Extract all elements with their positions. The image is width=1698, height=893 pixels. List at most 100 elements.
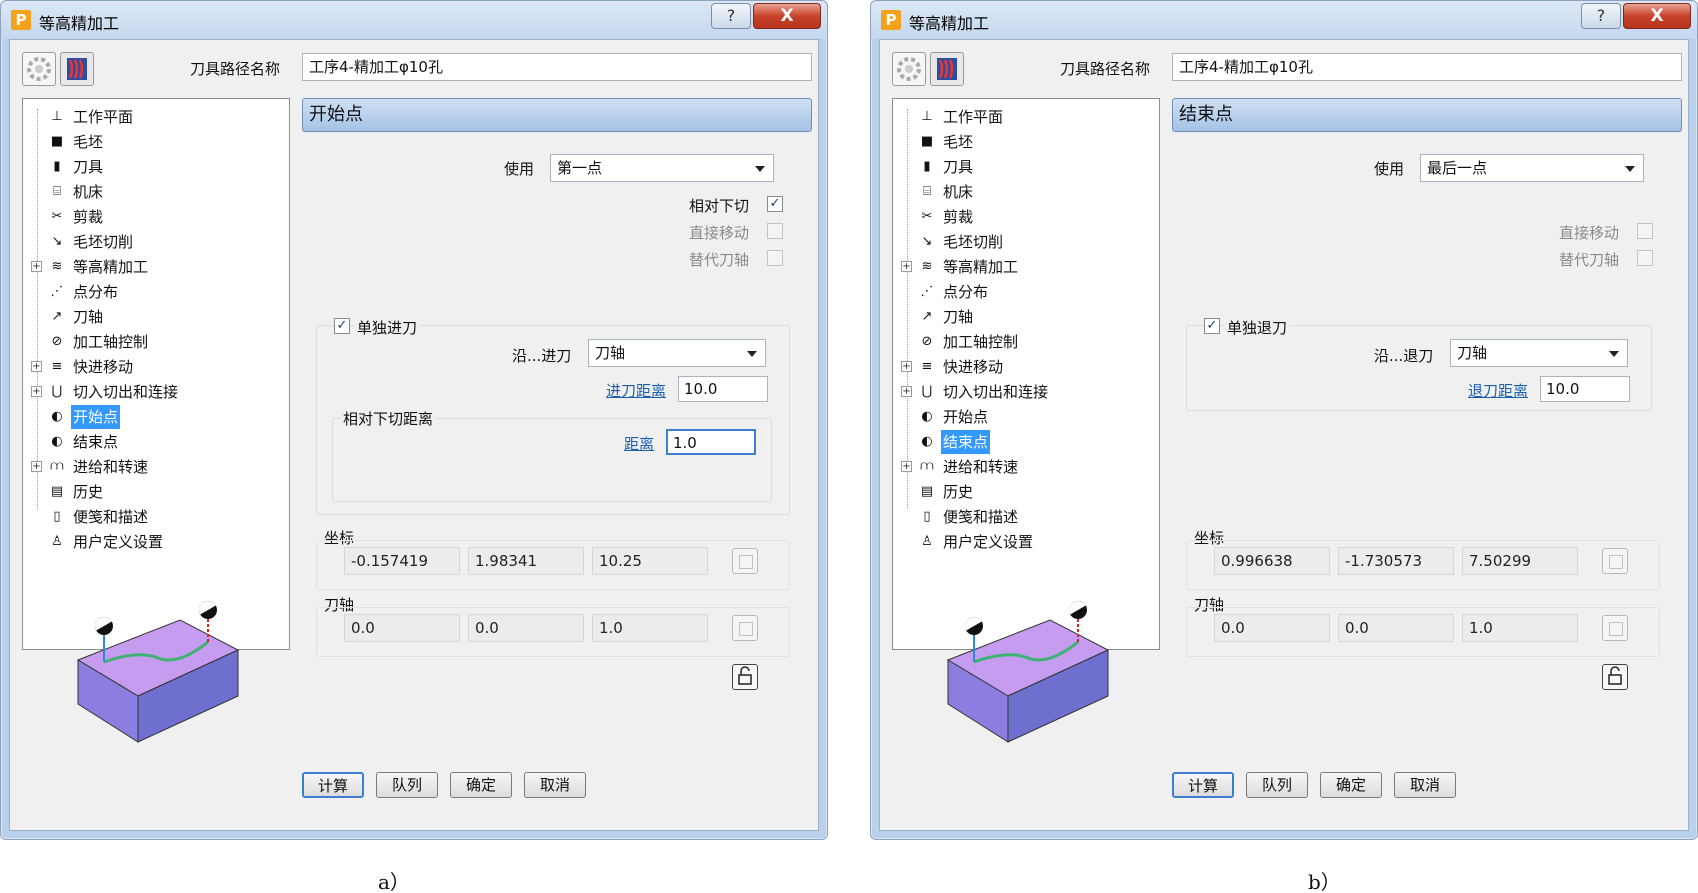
tool-axis-i-field[interactable]: 0.0 [1214, 614, 1330, 642]
tree-item-label: 毛坯切削 [943, 233, 1004, 251]
close-button[interactable]: X [753, 3, 821, 29]
plunge-distance-link[interactable]: 距离 [624, 433, 654, 454]
toolpath-name-label: 刀具路径名称 [190, 60, 281, 78]
queue-button[interactable]: 队列 [1246, 772, 1308, 798]
tool-axis-k-field[interactable]: 1.0 [592, 614, 708, 642]
limit-icon: ✂ [921, 209, 933, 224]
expand-icon[interactable]: + [901, 361, 912, 372]
expand-icon[interactable]: + [901, 461, 912, 472]
tree-item-label: 便笺和描述 [73, 508, 149, 526]
tree-item-label: 毛坯 [73, 133, 104, 151]
expand-icon[interactable]: + [31, 461, 42, 472]
ok-button[interactable]: 确定 [450, 772, 512, 798]
ok-button[interactable]: 确定 [1320, 772, 1382, 798]
axis-direction-icon[interactable] [732, 615, 758, 641]
use-point-value: 第一点 [557, 159, 603, 177]
title-bar[interactable]: P 等高精加工 ? X [1, 1, 827, 39]
toolpath-preview-toolbar-icon[interactable] [60, 52, 94, 86]
use-point-select[interactable]: 第一点 [550, 154, 774, 182]
expand-icon[interactable]: + [31, 386, 42, 397]
along-lead-in-select[interactable]: 刀轴 [588, 339, 766, 367]
dialog-window-end-point: P 等高精加工 ? X 刀具路径名称 工序4-精加工φ10孔 ⊥ 工作平面 ■ 毛坯 ▮… [870, 0, 1698, 840]
gear-toolbar-icon[interactable] [892, 52, 926, 86]
coordinate-z-field[interactable]: 7.50299 [1462, 547, 1578, 575]
expand-icon[interactable]: + [901, 386, 912, 397]
lead-in-distance-link[interactable]: 进刀距离 [606, 380, 666, 401]
settings-tree: ⊥ 工作平面 ■ 毛坯 ▮ 刀具 ⌸ 机床 ✂ 剪裁 ↘ 毛坯切削 + ≋ 等高精加工 ⋰ 点分布 ↗ 刀轴 ⊘ 加工轴… [22, 98, 290, 650]
feeds-speeds-icon: ⩋ [50, 459, 64, 474]
axis-control-icon: ⊘ [921, 334, 933, 349]
dropdown-arrow-icon [1625, 166, 1635, 172]
tool-axis-j-field[interactable]: 0.0 [468, 614, 584, 642]
expand-icon[interactable]: + [901, 261, 912, 272]
coordinate-z-field[interactable]: 10.25 [592, 547, 708, 575]
dialog-window-start-point: P 等高精加工 ? X 刀具路径名称 工序4-精加工φ10孔 ⊥ 工作平面 ■ 毛坯 ▮… [0, 0, 828, 840]
along-lead-out-label: 沿...退刀 [1374, 347, 1434, 365]
expand-icon[interactable]: + [31, 261, 42, 272]
start-point-icon: ◐ [921, 409, 933, 424]
gear-toolbar-icon[interactable] [22, 52, 56, 86]
tool-icon: ▮ [53, 159, 61, 174]
expand-icon[interactable]: + [31, 361, 42, 372]
cancel-button[interactable]: 取消 [524, 772, 586, 798]
coordinate-y-field[interactable]: 1.98341 [468, 547, 584, 575]
point-distribution-icon: ⋰ [50, 284, 64, 299]
lock-icon[interactable] [732, 664, 758, 690]
coordinate-x-field[interactable]: 0.996638 [1214, 547, 1330, 575]
close-button[interactable]: X [1623, 3, 1691, 29]
caption-a: a） [378, 870, 410, 893]
axis-direction-icon[interactable] [1602, 615, 1628, 641]
plunge-distance-input[interactable]: 1.0 [666, 429, 756, 455]
window-title: 等高精加工 [39, 14, 120, 33]
lead-out-distance-input[interactable]: 10.0 [1540, 376, 1630, 402]
coordinate-x-field[interactable]: -0.157419 [344, 547, 460, 575]
separate-lead-out-label: 单独退刀 [1224, 317, 1291, 338]
use-point-select[interactable]: 最后一点 [1420, 154, 1644, 182]
lead-in-distance-input[interactable]: 10.0 [678, 376, 768, 402]
tool-axis-k-field[interactable]: 1.0 [1462, 614, 1578, 642]
direct-move-label: 直接移动 [689, 224, 750, 242]
direct-move-checkbox[interactable] [767, 223, 783, 239]
coordinate-y-field[interactable]: -1.730573 [1338, 547, 1454, 575]
dropdown-arrow-icon [747, 351, 757, 357]
use-label: 使用 [1374, 160, 1405, 178]
along-lead-out-select[interactable]: 刀轴 [1450, 339, 1628, 367]
tool-axis-i-field[interactable]: 0.0 [344, 614, 460, 642]
calculate-button[interactable]: 计算 [302, 772, 364, 798]
title-bar[interactable]: P 等高精加工 ? X [871, 1, 1697, 39]
help-button[interactable]: ? [711, 3, 751, 29]
tree-item-label: 加工轴控制 [943, 333, 1019, 351]
workplane-icon: ⊥ [921, 109, 933, 124]
direct-move-checkbox[interactable] [1637, 223, 1653, 239]
list-icon[interactable] [1602, 548, 1628, 574]
toolpath-name-input[interactable]: 工序4-精加工φ10孔 [302, 53, 812, 81]
calculate-button[interactable]: 计算 [1172, 772, 1234, 798]
separate-lead-out-checkbox[interactable]: ✓ [1204, 318, 1220, 334]
queue-button[interactable]: 队列 [376, 772, 438, 798]
tree-item-label: 进给和转速 [73, 458, 149, 476]
history-icon: ▤ [920, 484, 934, 499]
toolpath-name-input[interactable]: 工序4-精加工φ10孔 [1172, 53, 1682, 81]
stock-cut-icon: ↘ [51, 234, 63, 249]
powermill-app-icon: P [11, 10, 31, 30]
tree-item-label: 刀具 [943, 158, 974, 176]
tree-connector-line [907, 109, 908, 509]
axis-control-icon: ⊘ [51, 334, 63, 349]
toolpath-preview-toolbar-icon[interactable] [930, 52, 964, 86]
alternate-axis-checkbox[interactable] [767, 250, 783, 266]
help-button[interactable]: ? [1581, 3, 1621, 29]
tree-item-label: 机床 [943, 183, 974, 201]
list-icon[interactable] [732, 548, 758, 574]
machine-icon: ⌸ [923, 184, 931, 199]
start-point-preview-graphic [58, 600, 258, 750]
tool-axis-j-field[interactable]: 0.0 [1338, 614, 1454, 642]
relative-plunge-checkbox[interactable]: ✓ [767, 196, 783, 212]
alternate-axis-checkbox[interactable] [1637, 250, 1653, 266]
separate-lead-in-checkbox[interactable]: ✓ [334, 318, 350, 334]
tree-item-label: 用户定义设置 [73, 533, 164, 551]
lead-out-distance-link[interactable]: 退刀距离 [1468, 380, 1528, 401]
lock-icon[interactable] [1602, 664, 1628, 690]
window-title: 等高精加工 [909, 14, 990, 33]
cancel-button[interactable]: 取消 [1394, 772, 1456, 798]
dialog-client: 刀具路径名称 工序4-精加工φ10孔 ⊥ 工作平面 ■ 毛坯 ▮ 刀具 ⌸ 机床 ✂ 剪裁 ↘ 毛坯切… [9, 39, 819, 831]
